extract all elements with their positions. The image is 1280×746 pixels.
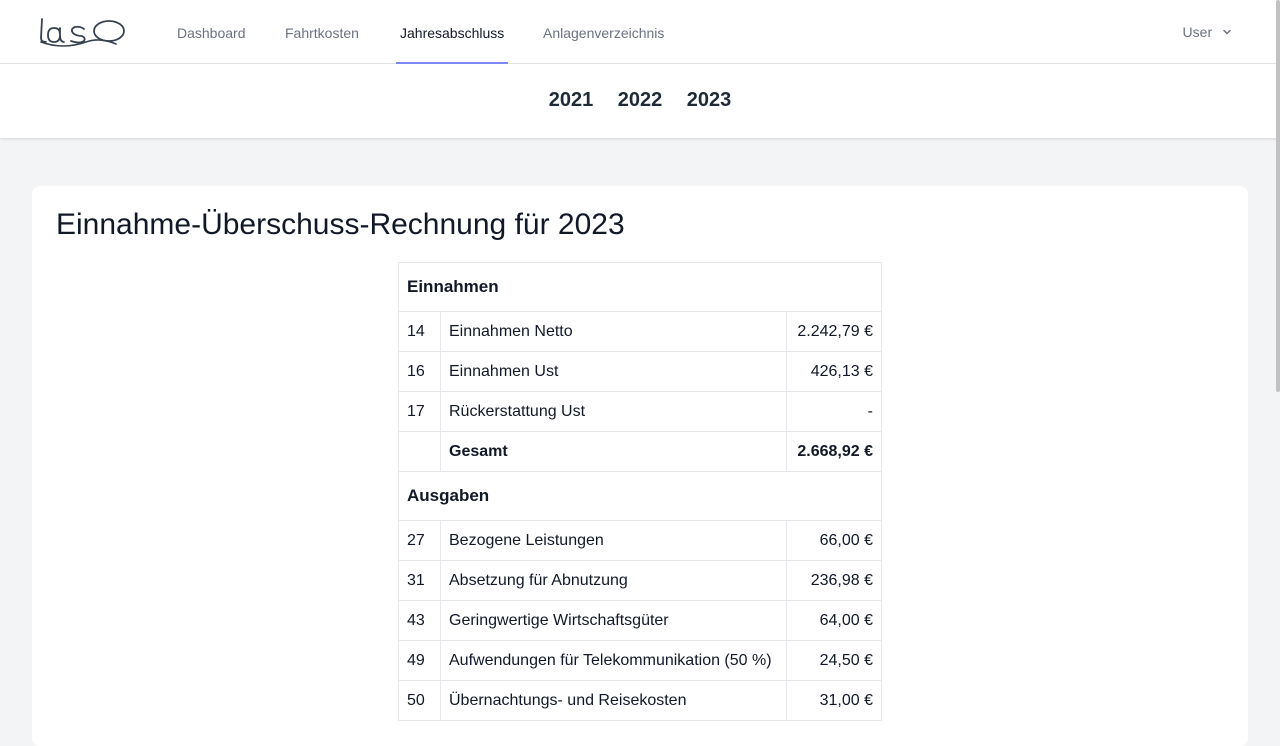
year-link-2021[interactable]: 2021 xyxy=(549,89,594,112)
line-label: Einnahmen Ust xyxy=(440,351,787,392)
line-label: Einnahmen Netto xyxy=(440,311,787,352)
line-label: Aufwendungen für Telekommunikation (50 %… xyxy=(440,640,787,681)
user-menu-button[interactable]: User xyxy=(1183,0,1232,64)
laso-logo[interactable] xyxy=(38,14,128,50)
line-amount: 24,50 € xyxy=(786,640,882,681)
year-link-2022[interactable]: 2022 xyxy=(618,89,663,112)
table-row: 43 Geringwertige Wirtschaftsgüter 64,00 … xyxy=(398,600,882,641)
table-row: 49 Aufwendungen für Telekommunikation (5… xyxy=(398,640,882,681)
nav-dashboard[interactable]: Dashboard xyxy=(177,0,246,64)
line-number: 50 xyxy=(398,680,441,721)
nav-jahresabschluss[interactable]: Jahresabschluss xyxy=(396,0,509,64)
total-label: Gesamt xyxy=(440,431,787,472)
table-row: 16 Einnahmen Ust 426,13 € xyxy=(398,351,882,392)
table-row: 31 Absetzung für Abnutzung 236,98 € xyxy=(398,560,882,601)
section-title: Ausgaben xyxy=(398,471,882,521)
report-card: Einnahme-Überschuss-Rechnung für 2023 Ei… xyxy=(32,186,1248,746)
table-row: 27 Bezogene Leistungen 66,00 € xyxy=(398,520,882,561)
page-title: Einnahme-Überschuss-Rechnung für 2023 xyxy=(56,208,625,241)
section-header-einnahmen: Einnahmen xyxy=(398,262,882,312)
top-navigation: Dashboard Fahrtkosten Jahresabschluss An… xyxy=(0,0,1280,64)
table-row: 17 Rückerstattung Ust - xyxy=(398,391,882,432)
nav-anlagenverzeichnis[interactable]: Anlagenverzeichnis xyxy=(543,0,664,64)
nav-fahrtkosten[interactable]: Fahrtkosten xyxy=(285,0,359,64)
total-amount: 2.668,92 € xyxy=(786,431,882,472)
line-number: 31 xyxy=(398,560,441,601)
line-label: Übernachtungs- und Reisekosten xyxy=(440,680,787,721)
total-row: Gesamt 2.668,92 € xyxy=(398,431,882,472)
eur-table: Einnahmen 14 Einnahmen Netto 2.242,79 € … xyxy=(398,262,882,721)
line-amount: 66,00 € xyxy=(786,520,882,561)
table-row: 14 Einnahmen Netto 2.242,79 € xyxy=(398,311,882,352)
line-label: Rückerstattung Ust xyxy=(440,391,787,432)
line-label: Geringwertige Wirtschaftsgüter xyxy=(440,600,787,641)
table-row: 50 Übernachtungs- und Reisekosten 31,00 … xyxy=(398,680,882,721)
user-menu-label: User xyxy=(1182,24,1213,40)
line-number xyxy=(398,431,441,472)
line-number: 27 xyxy=(398,520,441,561)
line-number: 14 xyxy=(398,311,441,352)
section-title: Einnahmen xyxy=(398,262,882,312)
line-amount: 64,00 € xyxy=(786,600,882,641)
year-selector: 2021 2022 2023 xyxy=(0,64,1280,138)
chevron-down-icon xyxy=(1223,29,1231,35)
line-number: 16 xyxy=(398,351,441,392)
line-label: Absetzung für Abnutzung xyxy=(440,560,787,601)
page-scrollbar[interactable] xyxy=(1276,0,1280,392)
section-header-ausgaben: Ausgaben xyxy=(398,471,882,521)
line-amount: 426,13 € xyxy=(786,351,882,392)
line-number: 43 xyxy=(398,600,441,641)
line-number: 17 xyxy=(398,391,441,432)
year-link-2023[interactable]: 2023 xyxy=(687,89,732,112)
line-label: Bezogene Leistungen xyxy=(440,520,787,561)
line-amount: 2.242,79 € xyxy=(786,311,882,352)
line-amount: - xyxy=(786,391,882,432)
line-amount: 236,98 € xyxy=(786,560,882,601)
line-number: 49 xyxy=(398,640,441,681)
line-amount: 31,00 € xyxy=(786,680,882,721)
